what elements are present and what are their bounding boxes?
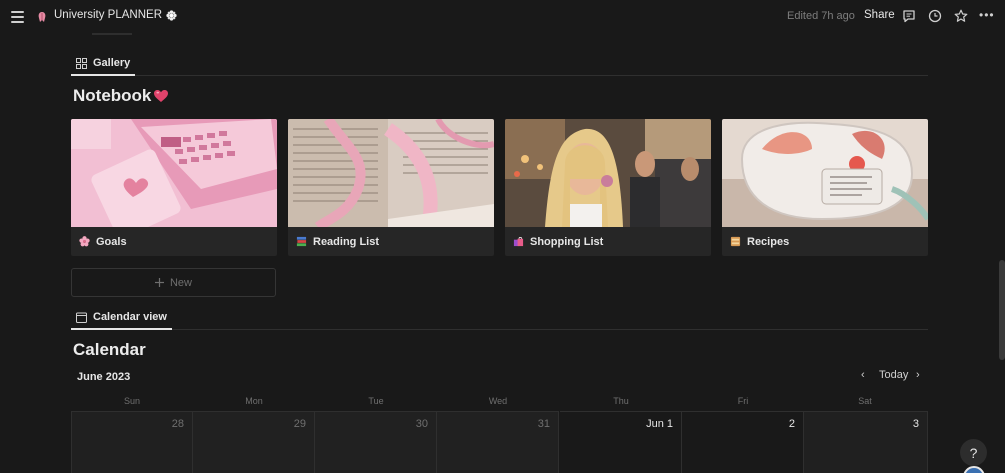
weekday-label: Wed (488, 396, 508, 406)
card-label: Goals (71, 227, 277, 256)
calendar-day-cell[interactable]: Jun 1 (560, 411, 682, 473)
card-cover-image (71, 119, 277, 227)
weekday-label: Tue (368, 396, 384, 406)
heart-icon (154, 90, 169, 102)
top-bar: University PLANNER Edited 7h ago Share •… (0, 0, 1005, 33)
calendar-month-label: June 2023 (77, 371, 131, 383)
chevron-left-icon[interactable]: ‹ (861, 369, 865, 381)
card-label: Shopping List (505, 227, 711, 256)
gallery-card-shopping-list[interactable]: Shopping List (505, 119, 711, 256)
tab-calendar-view[interactable]: Calendar view (71, 306, 172, 330)
comment-icon[interactable] (902, 9, 916, 23)
calendar-day-cell[interactable]: 31 (437, 411, 559, 473)
gallery-title[interactable]: Notebook (73, 86, 169, 106)
tab-gallery[interactable]: Gallery (71, 52, 136, 76)
more-options-button[interactable]: ••• (979, 8, 995, 22)
gallery-card-reading-list[interactable]: Reading List (288, 119, 494, 256)
shopping-bags-icon (513, 237, 524, 247)
card-label: Reading List (288, 227, 494, 256)
pancakes-icon (730, 236, 741, 247)
gallery-tab-bar: Gallery (71, 52, 928, 76)
divider (92, 33, 132, 35)
calendar-icon (76, 312, 87, 323)
page-ribbon-icon (38, 12, 46, 22)
new-card-button[interactable]: New (71, 268, 276, 297)
card-label: Recipes (722, 227, 928, 256)
calendar-title[interactable]: Calendar (73, 340, 146, 360)
books-icon (296, 236, 307, 247)
menu-icon[interactable] (11, 11, 24, 23)
card-cover-image (288, 119, 494, 227)
card-cover-image (722, 119, 928, 227)
chevron-right-icon[interactable]: › (916, 369, 920, 381)
help-button[interactable]: ? (960, 439, 987, 466)
gallery-card-goals[interactable]: Goals (71, 119, 277, 256)
gallery-grid-icon (76, 57, 87, 69)
calendar-day-cell[interactable]: 28 (71, 411, 193, 473)
share-button[interactable]: Share (864, 9, 895, 21)
weekday-label: Thu (613, 396, 629, 406)
star-icon[interactable] (954, 9, 968, 23)
avatar[interactable] (963, 466, 985, 473)
plus-icon (154, 278, 164, 287)
weekday-label: Sun (123, 396, 140, 406)
today-button[interactable]: Today (879, 369, 908, 381)
scrollbar[interactable] (999, 260, 1005, 360)
calendar-tab-bar: Calendar view (71, 306, 928, 330)
calendar-day-cell[interactable]: 2 (682, 411, 804, 473)
edited-timestamp: Edited 7h ago (787, 10, 855, 22)
weekday-label: Mon (245, 396, 263, 406)
calendar-day-cell[interactable]: 29 (193, 411, 315, 473)
page-title[interactable]: University PLANNER (54, 9, 177, 21)
cherry-blossom-icon (79, 236, 90, 247)
history-clock-icon[interactable] (928, 9, 942, 23)
weekday-label: Fri (737, 396, 749, 406)
gallery-card-recipes[interactable]: Recipes (722, 119, 928, 256)
flower-icon (166, 9, 177, 21)
calendar-day-cell[interactable]: 30 (315, 411, 437, 473)
weekday-label: Sat (858, 396, 872, 406)
card-cover-image (505, 119, 711, 227)
calendar-day-cell[interactable]: 3 (804, 411, 928, 473)
